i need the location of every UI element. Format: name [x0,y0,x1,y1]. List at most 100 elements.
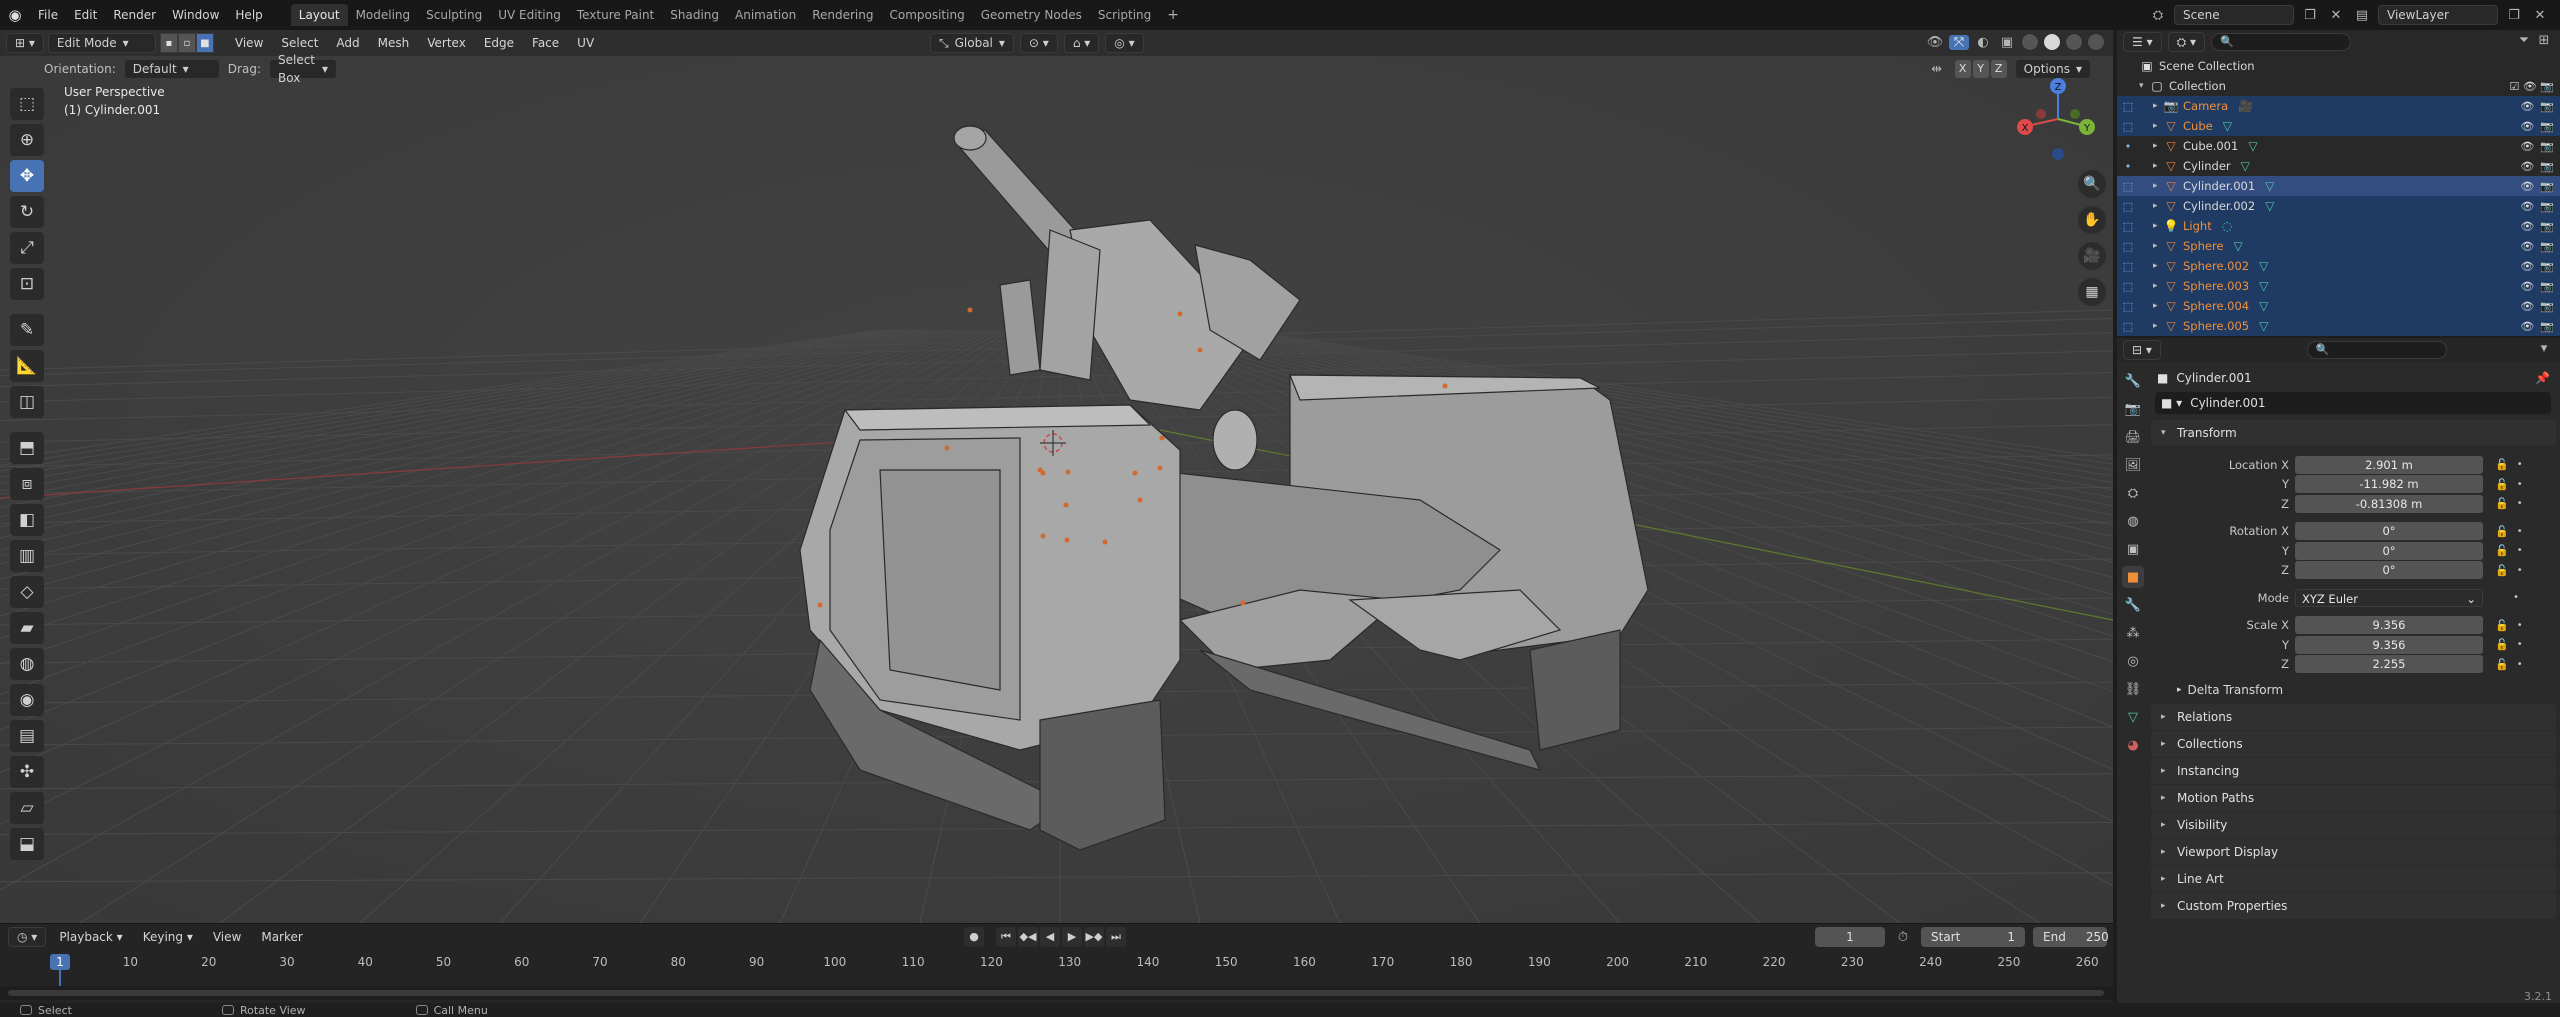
pivot-dropdown[interactable]: ⊙ ▾ [1019,33,1058,53]
keyframe-dot-icon[interactable]: • [2517,639,2523,650]
select-mode-icon[interactable]: ⬚ [2117,260,2139,273]
expand-arrow-icon[interactable]: ▸ [2153,221,2163,231]
mirror-y-toggle[interactable]: Y [1972,60,1989,78]
world-tab-icon[interactable]: ◍ [2122,510,2144,532]
end-frame-field[interactable]: End 250 [2033,927,2109,947]
tab-shading[interactable]: Shading [662,4,727,26]
mesh-data-icon[interactable]: ▽ [2259,259,2268,273]
keyframe-dot-icon[interactable]: • [2517,620,2523,631]
render-tab-icon[interactable]: 📷 [2122,398,2144,420]
lock-icon[interactable]: 🔓 [2495,619,2509,632]
editor-type-dropdown[interactable]: ⊞ ▾ [6,33,44,53]
rotation-z-field[interactable]: 0° [2295,561,2483,580]
copy-view-layer-icon[interactable]: ❐ [2504,8,2524,23]
keyframe-dot-icon[interactable]: • [2513,592,2519,603]
scene-selector[interactable]: Scene [2174,5,2294,25]
eye-icon[interactable]: 👁 [2520,200,2534,213]
mesh-data-icon[interactable]: ▽ [2223,119,2232,133]
tab-layout[interactable]: Layout [290,4,348,26]
outliner-item[interactable]: • ▸ ▽ Cylinder ▽ 👁 📷 [2117,156,2560,176]
expand-arrow-icon[interactable]: ▸ [2153,181,2163,191]
tab-animation[interactable]: Animation [727,4,804,26]
menu-face[interactable]: Face [525,36,566,50]
solid-shading-button[interactable] [2043,33,2061,51]
rip-region-tool-icon[interactable]: ⬓ [10,828,44,860]
expand-arrow-icon[interactable]: ▸ [2153,281,2163,291]
expand-arrow-icon[interactable]: ▸ [2153,261,2163,271]
zoom-icon[interactable]: 🔍 [2078,170,2106,198]
jump-end-button[interactable]: ⏭ [1106,927,1126,947]
outliner-item[interactable]: • ▸ ▽ Cube.001 ▽ 👁 📷 [2117,136,2560,156]
timeline-ruler[interactable]: 1 10 20 30 40 50 60 70 80 90 100 110 120 130 140 150 160… [0,952,2113,1004]
xray-icon[interactable]: ▣ [1997,35,2017,50]
scale-y-field[interactable]: 9.356 [2295,635,2483,654]
transform-tool-icon[interactable]: ⊡ [10,268,44,300]
modifier-tab-icon[interactable]: 🔧 [2122,594,2144,616]
outliner-item[interactable]: ⬚ ▸ 💡 Light ◌ 👁 📷 [2117,216,2560,236]
eye-icon[interactable]: 👁 [2520,300,2534,313]
panel-header-relations[interactable]: ▸ Relations [2151,704,2556,730]
select-mode-icon[interactable]: ⬚ [2117,220,2139,233]
panel-header-viewport-display[interactable]: ▸ Viewport Display [2151,839,2556,865]
panel-header-motion-paths[interactable]: ▸ Motion Paths [2151,785,2556,811]
play-reverse-button[interactable]: ◀ [1040,927,1060,947]
edge-slide-tool-icon[interactable]: ▤ [10,720,44,752]
render-camera-icon[interactable]: 📷 [2540,140,2554,153]
eye-icon[interactable]: 👁 [2520,140,2534,153]
keyframe-dot-icon[interactable]: • [2517,479,2523,490]
mesh-data-icon[interactable]: ▽ [2234,239,2243,253]
eye-icon[interactable]: 👁 [2520,320,2534,333]
visibility-toggles[interactable]: 👁 📷 [2520,120,2554,133]
render-camera-icon[interactable]: 📷 [2540,300,2554,313]
poly-build-tool-icon[interactable]: ▰ [10,612,44,644]
constraints-tab-icon[interactable]: ⛓ [2122,678,2144,700]
transform-panel-header[interactable]: ▾ Transform [2151,420,2556,446]
panel-header-visibility[interactable]: ▸ Visibility [2151,812,2556,838]
smooth-tool-icon[interactable]: ◉ [10,684,44,716]
tab-texture-paint[interactable]: Texture Paint [569,4,662,26]
menu-uv[interactable]: UV [570,36,601,50]
keyframe-dot-icon[interactable]: • [2517,526,2523,537]
keyframe-dot-icon[interactable]: • [2517,565,2523,576]
mesh-data-icon[interactable]: 🎥 [2238,99,2253,113]
location-y-field[interactable]: -11.982 m [2295,475,2483,494]
new-collection-icon[interactable]: ⊞ [2534,33,2554,48]
orientation-dropdown[interactable]: Default ▾ [123,59,220,79]
mesh-data-icon[interactable]: ◌ [2222,219,2232,233]
visibility-toggles[interactable]: 👁 📷 [2520,280,2554,293]
properties-editor-type[interactable]: ⊟ ▾ [2123,340,2161,360]
proportional-edit-dropdown[interactable]: ◎ ▾ [1105,33,1144,53]
outliner-item[interactable]: ⬚ ▸ ▽ Cylinder.002 ▽ 👁 📷 [2117,196,2560,216]
output-tab-icon[interactable]: 🖨 [2122,426,2144,448]
edge-select-button[interactable]: ▫ [177,33,196,53]
view-layer-selector[interactable]: ViewLayer [2378,5,2498,25]
timeline-scrollbar[interactable] [8,990,2104,996]
select-mode-icon[interactable]: ⬚ [2117,320,2139,333]
pan-hand-icon[interactable]: ✋ [2078,206,2106,234]
mesh-data-icon[interactable]: ▽ [2241,159,2250,173]
bevel-tool-icon[interactable]: ◧ [10,504,44,536]
filter-icon[interactable]: ⏷ [2514,33,2534,48]
outliner-item[interactable]: ⬚ ▸ ▽ Sphere.004 ▽ 👁 📷 [2117,296,2560,316]
collection-visibility[interactable]: ☑ 👁 📷 [2509,80,2554,93]
object-tab-icon[interactable]: ■ [2122,566,2144,588]
physics-tab-icon[interactable]: ◎ [2122,650,2144,672]
camera-view-icon[interactable]: 🎥 [2078,242,2106,270]
spin-tool-icon[interactable]: ◍ [10,648,44,680]
outliner-search-input[interactable]: 🔍 [2211,33,2352,51]
visibility-toggles[interactable]: 👁 📷 [2520,260,2554,273]
mode-dropdown[interactable]: Edit Mode ▾ [47,33,156,53]
delta-transform-header[interactable]: ▸ Delta Transform [2151,678,2556,702]
expand-arrow-icon[interactable]: ▸ [2153,121,2163,131]
render-camera-icon[interactable]: 📷 [2540,220,2554,233]
transform-orientation-dropdown[interactable]: ⤡ Global ▾ [930,33,1014,53]
location-x-field[interactable]: 2.901 m [2295,455,2483,474]
knife-tool-icon[interactable]: ◇ [10,576,44,608]
outliner-item[interactable]: ⬚ ▸ ▽ Sphere.002 ▽ 👁 📷 [2117,256,2560,276]
expand-arrow-icon[interactable]: ▸ [2153,321,2163,331]
render-camera-icon[interactable]: 📷 [2540,200,2554,213]
select-mode-icon[interactable]: ⬚ [2117,280,2139,293]
eye-icon[interactable]: 👁 [2520,280,2534,293]
lock-icon[interactable]: 🔓 [2495,525,2509,538]
outliner-item[interactable]: ⬚ ▸ ▽ Sphere.005 ▽ 👁 📷 [2117,316,2560,336]
